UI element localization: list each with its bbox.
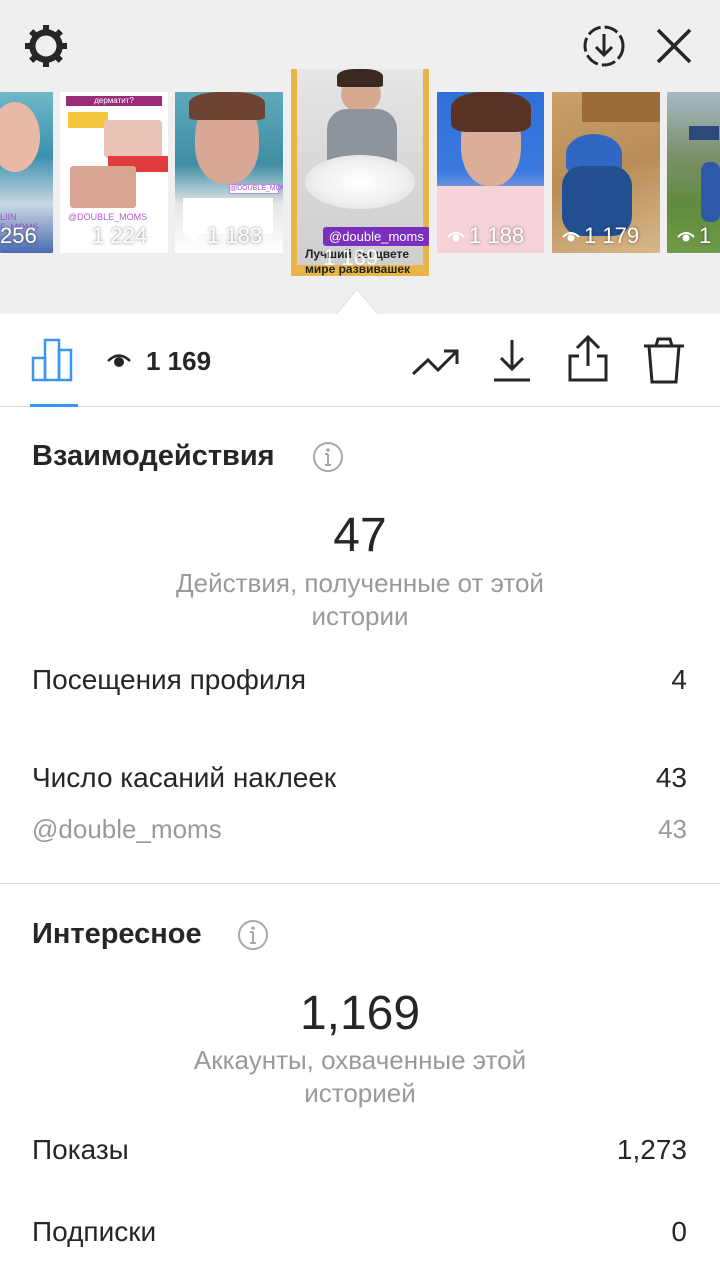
info-icon[interactable] — [237, 919, 269, 951]
selected-story-thumbnail[interactable]: @double_moms Лучший сы цвете мире развив… — [291, 69, 429, 276]
follows-label: Подписки — [32, 1216, 157, 1247]
info-icon[interactable] — [312, 441, 344, 473]
thumb-views: 256 — [0, 223, 37, 248]
active-tab-indicator — [30, 404, 78, 407]
mention-sticker-label: @double_moms — [32, 814, 222, 844]
thumb-tag: @DOUBLE_MOMS — [229, 184, 283, 194]
story-thumbnail[interactable]: LIIN F_MOMS 256 — [0, 92, 53, 253]
insights-toolbar: 1 169 — [0, 314, 720, 407]
sticker-taps-value: 43 — [655, 762, 687, 793]
eye-icon — [185, 232, 203, 242]
story-strip-area: LIIN F_MOMS 256 дерматит? @DOUBLE_MOMS 1… — [0, 0, 720, 314]
story-thumbnail[interactable]: 1 — [667, 92, 720, 253]
section-divider — [0, 883, 720, 884]
story-thumbnail[interactable]: дерматит? @DOUBLE_MOMS 1 224 — [60, 92, 168, 253]
trending-icon[interactable] — [410, 340, 460, 384]
discovery-title: Интересное — [32, 918, 202, 950]
eye-icon — [107, 354, 131, 367]
thumb-views: 1 224 — [70, 223, 147, 249]
story-thumbnail[interactable]: 1 188 — [437, 92, 544, 253]
thumb-tag: @DOUBLE_MOMS — [68, 212, 148, 222]
impressions-value: 1,273 — [616, 1134, 687, 1165]
follows-value: 0 — [671, 1216, 687, 1247]
views-count: 1 169 — [146, 346, 212, 376]
eye-icon — [562, 232, 580, 242]
selected-story-tag: @double_moms — [323, 227, 429, 246]
thumb-views: 1 183 — [185, 223, 262, 249]
interactions-total-label: Действия, полученные от этой истории — [176, 568, 544, 631]
interactions-total: 47 — [333, 509, 387, 562]
interactions-title: Взаимодействия — [32, 440, 275, 472]
eye-icon — [447, 232, 465, 242]
impressions-label: Показы — [32, 1134, 129, 1165]
selected-story-views: 1 169 — [323, 245, 379, 270]
thumb-views: 1 179 — [562, 223, 639, 249]
selection-pointer — [337, 290, 377, 314]
share-icon[interactable] — [566, 334, 610, 384]
thumb-views: 1 — [677, 223, 711, 249]
mention-sticker-value: 43 — [658, 814, 687, 844]
save-story-icon[interactable] — [580, 22, 628, 70]
eye-icon — [677, 232, 695, 242]
discovery-total: 1,169 — [299, 987, 421, 1040]
discovery-total-label: Аккаунты, охваченные этой историей — [193, 1045, 527, 1108]
story-thumbnail[interactable]: @DOUBLE_MOMS 1 183 — [175, 92, 283, 253]
story-thumbnail[interactable]: 1 179 — [552, 92, 660, 253]
eye-icon — [70, 232, 88, 242]
bar-chart-icon[interactable] — [30, 336, 78, 384]
sticker-taps-label: Число касаний наклеек — [32, 762, 337, 793]
thumb-caption: дерматит? — [66, 96, 162, 106]
profile-visits-value: 4 — [671, 664, 687, 695]
close-icon[interactable] — [652, 24, 696, 68]
thumb-views: 1 188 — [447, 223, 524, 249]
profile-visits-label: Посещения профиля — [32, 664, 307, 695]
trash-icon[interactable] — [642, 336, 686, 386]
download-icon[interactable] — [490, 336, 534, 384]
gear-icon[interactable] — [22, 22, 70, 70]
